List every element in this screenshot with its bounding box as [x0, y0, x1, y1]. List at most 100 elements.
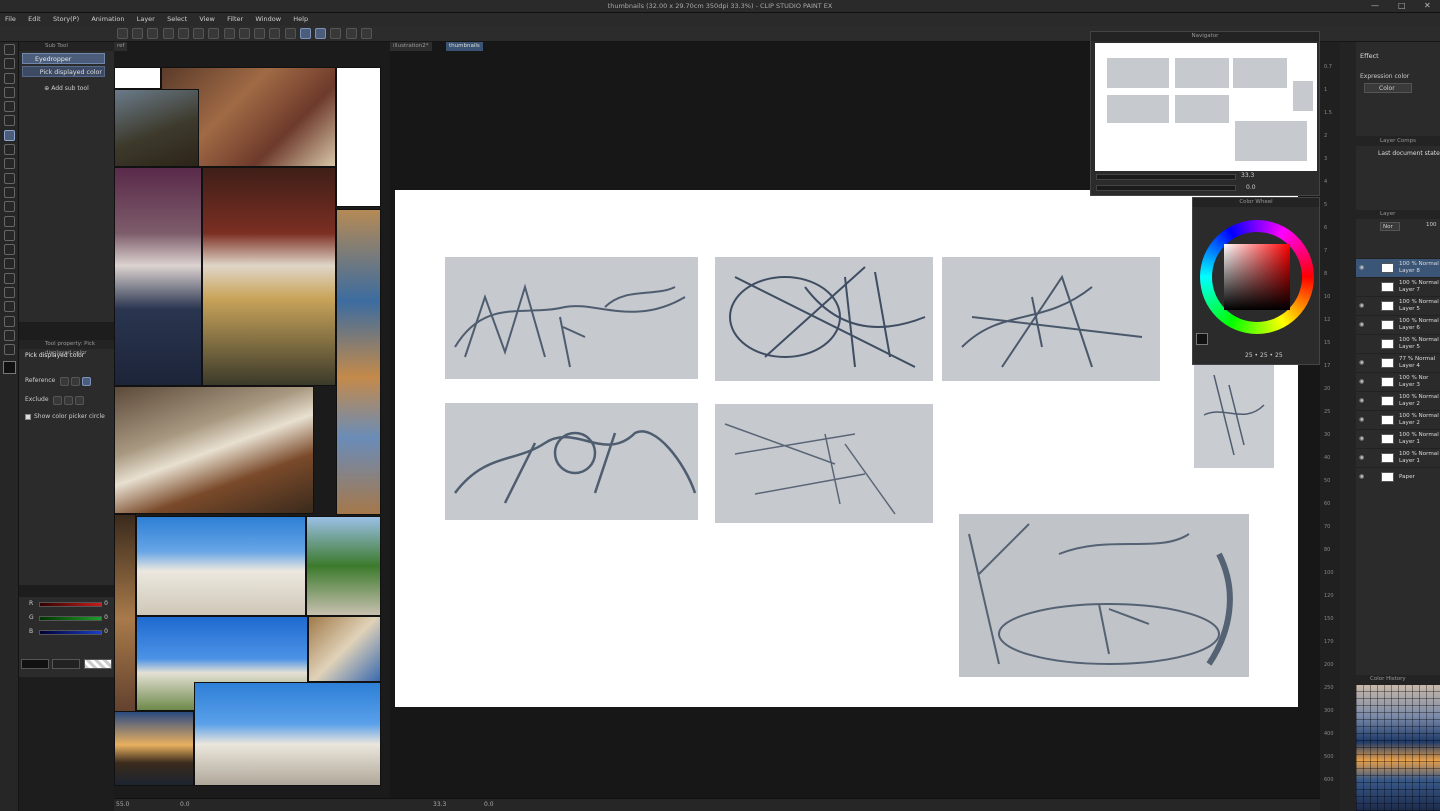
menu-animation[interactable]: Animation: [86, 13, 129, 26]
hue-ring[interactable]: [1200, 220, 1314, 334]
saturation-square[interactable]: [1224, 244, 1290, 310]
add-subtool-button[interactable]: ⊕ Add sub tool: [19, 85, 114, 92]
reference-all-layers-icon[interactable]: [60, 377, 70, 386]
operation-tool-icon[interactable]: [4, 72, 15, 84]
open-icon[interactable]: [147, 28, 159, 39]
green-slider-row[interactable]: G 0: [19, 611, 114, 625]
navigator-zoom-value[interactable]: 33.3: [1241, 172, 1254, 179]
show-circle-row[interactable]: Show color picker circle: [19, 410, 114, 423]
device-settings-icon[interactable]: [345, 28, 357, 39]
ref-angle-value[interactable]: 0.0: [180, 801, 190, 808]
layer-opacity-value[interactable]: 100: [1426, 222, 1437, 228]
menu-help[interactable]: Help: [288, 13, 313, 26]
menu-edit[interactable]: Edit: [23, 13, 46, 26]
eraser-tool-icon[interactable]: [4, 215, 15, 227]
subtool-eyedropper[interactable]: Eyedropper: [22, 53, 105, 64]
clear-icon[interactable]: [208, 28, 220, 39]
layer-row-paper[interactable]: ◉ Paper: [1356, 467, 1440, 486]
menu-window[interactable]: Window: [250, 13, 286, 26]
exclude-text-icon[interactable]: [53, 396, 63, 405]
layer-row[interactable]: 100 % Normal Layer 5: [1356, 334, 1440, 353]
selection-tool-icon[interactable]: [4, 101, 15, 113]
redo-icon[interactable]: [193, 28, 205, 39]
brush-tool-icon[interactable]: [4, 172, 15, 184]
navigator-zoom-slider[interactable]: [1096, 174, 1236, 180]
maximize-icon[interactable]: □: [1398, 1, 1406, 10]
save-icon[interactable]: [162, 28, 174, 39]
reference-canvas[interactable]: ref: [114, 42, 390, 811]
sub-color-chip[interactable]: [52, 659, 80, 669]
auto-select-tool-icon[interactable]: [4, 115, 15, 127]
layer-row[interactable]: ◉ 100 % Normal Layer 2: [1356, 391, 1440, 410]
exclude-draft-icon[interactable]: [75, 396, 85, 405]
expression-color-dropdown[interactable]: Color: [1364, 83, 1412, 93]
ruler-tool-icon[interactable]: [4, 301, 15, 313]
eye-icon[interactable]: ◉: [1359, 435, 1364, 442]
eye-icon[interactable]: ◉: [1359, 397, 1364, 404]
canvas-paper[interactable]: [395, 190, 1298, 707]
green-value[interactable]: 0: [104, 611, 108, 625]
fill-tool-icon[interactable]: [4, 244, 15, 256]
close-icon[interactable]: ✕: [1424, 1, 1431, 10]
airbrush-tool-icon[interactable]: [4, 186, 15, 198]
assets-icon[interactable]: [360, 28, 372, 39]
move-tool-icon[interactable]: [4, 58, 15, 70]
ref-tab[interactable]: ref: [114, 42, 128, 51]
eye-icon[interactable]: ◉: [1359, 416, 1364, 423]
fill-icon[interactable]: [223, 28, 235, 39]
blend-tool-icon[interactable]: [4, 229, 15, 241]
layer-row[interactable]: ◉ 100 % Normal Layer 1: [1356, 448, 1440, 467]
new-file-icon[interactable]: [132, 28, 144, 39]
main-zoom-value[interactable]: 33.3: [433, 801, 446, 808]
main-color-swatch[interactable]: [3, 361, 16, 375]
snap-ruler-icon[interactable]: [299, 28, 311, 39]
eye-icon[interactable]: ◉: [1359, 264, 1364, 271]
snap-special-ruler-icon[interactable]: [315, 28, 327, 39]
layer-comp-item[interactable]: Last document state: [1378, 150, 1440, 157]
menu-view[interactable]: View: [194, 13, 219, 26]
eye-icon[interactable]: ◉: [1359, 359, 1364, 366]
layer-row[interactable]: ◉ 77 % Normal Layer 4: [1356, 353, 1440, 372]
transparent-color-chip[interactable]: [84, 659, 112, 669]
pen-tool-icon[interactable]: [4, 144, 15, 156]
move-layer-tool-icon[interactable]: [4, 86, 15, 98]
eye-icon[interactable]: ◉: [1359, 378, 1364, 385]
blend-mode-dropdown[interactable]: Nor: [1380, 222, 1400, 231]
minimize-icon[interactable]: —: [1371, 1, 1379, 10]
correct-line-tool-icon[interactable]: [4, 344, 15, 356]
red-slider-row[interactable]: R 0: [19, 597, 114, 611]
eye-icon[interactable]: ◉: [1359, 321, 1364, 328]
main-angle-value[interactable]: 0.0: [484, 801, 494, 808]
subtool-pick-displayed-color[interactable]: Pick displayed color: [22, 66, 105, 77]
eyedropper-tool-icon[interactable]: [4, 129, 15, 141]
tab-illustration2[interactable]: illustration2*: [390, 42, 432, 51]
ref-zoom-value[interactable]: 55.0: [116, 801, 129, 808]
deselect-icon[interactable]: [254, 28, 266, 39]
layer-row[interactable]: ◉ 100 % Nor Layer 3: [1356, 372, 1440, 391]
eye-icon[interactable]: ◉: [1359, 454, 1364, 461]
color-history-swatches[interactable]: [1356, 685, 1440, 811]
green-slider[interactable]: [39, 616, 102, 621]
pencil-tool-icon[interactable]: [4, 158, 15, 170]
layer-row[interactable]: ◉ 100 % Normal Layer 8: [1356, 258, 1440, 277]
gradient-tool-icon[interactable]: [4, 258, 15, 270]
menu-filter[interactable]: Filter: [222, 13, 248, 26]
layer-row[interactable]: ◉ 100 % Normal Layer 1: [1356, 429, 1440, 448]
eye-icon[interactable]: ◉: [1359, 302, 1364, 309]
zoom-tool-icon[interactable]: [4, 44, 15, 55]
red-value[interactable]: 0: [104, 597, 108, 611]
navigator-rotate-slider[interactable]: [1096, 185, 1236, 191]
decoration-tool-icon[interactable]: [4, 201, 15, 213]
menu-story[interactable]: Story(P): [48, 13, 84, 26]
frame-border-tool-icon[interactable]: [4, 287, 15, 299]
blue-slider-row[interactable]: B 0: [19, 625, 114, 639]
invert-selection-icon[interactable]: [284, 28, 296, 39]
undo-icon[interactable]: [177, 28, 189, 39]
layer-row[interactable]: ◉ 100 % Normal Layer 5: [1356, 296, 1440, 315]
reference-layer-icon[interactable]: [71, 377, 81, 386]
layer-row[interactable]: 100 % Normal Layer 7: [1356, 277, 1440, 296]
menu-file[interactable]: File: [0, 13, 21, 26]
text-tool-icon[interactable]: [4, 315, 15, 327]
layer-row[interactable]: ◉ 100 % Normal Layer 2: [1356, 410, 1440, 429]
menu-layer[interactable]: Layer: [132, 13, 160, 26]
